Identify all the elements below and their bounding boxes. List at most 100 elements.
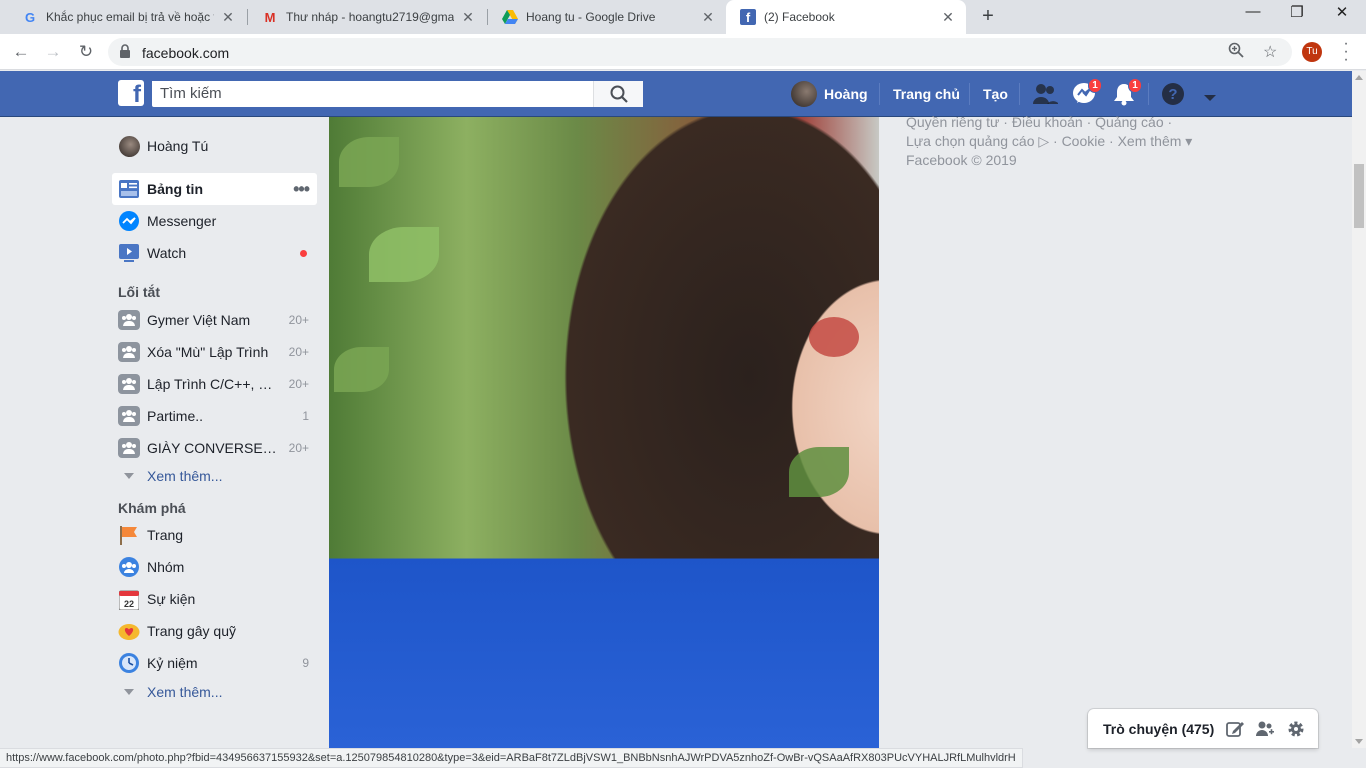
- sidebar-item-shortcut[interactable]: Lập Trình C/C++, Java 20+: [112, 368, 317, 400]
- url-text: facebook.com: [142, 45, 230, 61]
- user-name: Hoàng: [824, 86, 868, 102]
- account-menu-icon[interactable]: [1203, 90, 1217, 101]
- divider: [1148, 83, 1149, 105]
- footer-line[interactable]: Lựa chọn quảng cáo ▷ · Cookie · Xem thêm…: [906, 132, 1206, 151]
- footer-line[interactable]: Quyền riêng tư · Điều khoản · Quảng cáo …: [906, 113, 1206, 132]
- see-more-explore-link[interactable]: Xem thêm...: [112, 676, 317, 708]
- sidebar-item-events[interactable]: 22 Sự kiện: [112, 583, 317, 615]
- facebook-logo-icon[interactable]: f: [118, 80, 144, 106]
- scrollbar-thumb[interactable]: [1354, 164, 1364, 228]
- new-group-icon[interactable]: [1255, 719, 1275, 739]
- groups-icon: [118, 556, 140, 578]
- sidebar-item-watch[interactable]: Watch: [112, 237, 317, 269]
- drive-icon: [502, 9, 518, 25]
- new-content-dot: [300, 249, 307, 257]
- restore-icon[interactable]: ❐: [1285, 3, 1309, 21]
- browser-tab[interactable]: M Thư nháp - hoangtu2719@gmail ✕: [248, 0, 486, 34]
- chat-bar[interactable]: Trò chuyện (475): [1088, 709, 1318, 748]
- lock-icon: [120, 44, 130, 58]
- close-tab-icon[interactable]: ✕: [460, 9, 476, 26]
- memories-icon: [118, 652, 140, 674]
- group-icon: [118, 373, 140, 395]
- sidebar-item-pages[interactable]: Trang: [112, 519, 317, 551]
- sidebar-item-label: GIÀY CONVERSE 2HAND: [147, 440, 279, 456]
- window-close-icon[interactable]: ✕: [1330, 3, 1354, 21]
- browser-tab[interactable]: Hoang tu - Google Drive ✕: [488, 0, 726, 34]
- sidebar-item-label: Watch: [147, 245, 187, 261]
- home-link[interactable]: Trang chủ: [893, 71, 960, 117]
- browser-tab-active[interactable]: f (2) Facebook ✕: [726, 0, 966, 34]
- compose-icon[interactable]: [1225, 719, 1245, 739]
- profile-link[interactable]: Hoàng: [791, 71, 868, 117]
- sidebar-item-label: Sự kiện: [147, 591, 196, 607]
- browser-menu-icon[interactable]: · · ·: [1338, 36, 1354, 68]
- new-tab-icon[interactable]: +: [977, 5, 999, 28]
- watch-icon: [118, 242, 140, 264]
- profile-avatar[interactable]: Tu: [1302, 42, 1322, 62]
- see-more-label: Xem thêm...: [147, 468, 223, 484]
- browser-toolbar: ← → ↻ facebook.com ☆ Tu · · ·: [0, 34, 1366, 70]
- explore-heading: Khám phá: [118, 500, 186, 516]
- footer-links: Quyền riêng tư · Điều khoản · Quảng cáo …: [906, 113, 1206, 170]
- sidebar-item-label: Gymer Việt Nam: [147, 312, 251, 328]
- forward-icon[interactable]: →: [41, 40, 65, 64]
- reload-icon[interactable]: ↻: [74, 40, 98, 64]
- shortcuts-heading: Lối tắt: [118, 284, 160, 300]
- gear-icon[interactable]: [1286, 719, 1306, 739]
- search-button[interactable]: [593, 81, 643, 107]
- divider: [1019, 83, 1020, 105]
- minimize-icon[interactable]: —: [1241, 3, 1265, 20]
- sidebar-item-news-feed[interactable]: Bảng tin •••: [112, 173, 317, 205]
- sidebar-item-label: Nhóm: [147, 559, 185, 575]
- close-tab-icon[interactable]: ✕: [220, 9, 236, 26]
- svg-text:?: ?: [1168, 86, 1177, 103]
- zoom-icon[interactable]: [1228, 42, 1244, 63]
- facebook-header: f Hoàng Trang chủ Tạo 1 1 ?: [0, 71, 1352, 117]
- search-icon: [610, 85, 628, 103]
- bookmark-star-icon[interactable]: ☆: [1263, 42, 1277, 62]
- calendar-icon: 22: [118, 588, 140, 610]
- sidebar-item-memories[interactable]: Kỷ niệm 9: [112, 647, 317, 679]
- sidebar-item-messenger[interactable]: Messenger: [112, 205, 317, 237]
- sidebar-profile[interactable]: Hoàng Tú: [112, 130, 317, 162]
- help-icon[interactable]: ?: [1160, 82, 1186, 106]
- sidebar-item-shortcut[interactable]: Xóa "Mù" Lập Trình 20+: [112, 336, 317, 368]
- browser-tab-bar: G Khắc phục email bị trả về hoặc từ ✕ M …: [0, 0, 1366, 34]
- more-options-icon[interactable]: •••: [293, 180, 310, 198]
- browser-tab[interactable]: G Khắc phục email bị trả về hoặc từ ✕: [8, 0, 246, 34]
- close-tab-icon[interactable]: ✕: [940, 9, 956, 26]
- address-bar[interactable]: facebook.com ☆: [108, 38, 1292, 66]
- sidebar-item-fundraisers[interactable]: Trang gây quỹ: [112, 615, 317, 647]
- gmail-icon: M: [264, 9, 276, 25]
- scroll-up-icon[interactable]: [1355, 75, 1363, 80]
- back-icon[interactable]: ←: [9, 40, 33, 64]
- sidebar-item-shortcut[interactable]: Gymer Việt Nam 20+: [112, 304, 317, 336]
- messenger-icon: [118, 210, 140, 232]
- page-scrollbar[interactable]: [1352, 71, 1366, 748]
- fundraiser-icon: [118, 620, 140, 642]
- search-input[interactable]: [152, 81, 592, 105]
- see-more-label: Xem thêm...: [147, 684, 223, 700]
- sidebar-item-label: Hoàng Tú: [147, 138, 209, 154]
- flag-icon: [118, 524, 140, 546]
- decorative-leaf: [339, 137, 399, 187]
- create-link[interactable]: Tạo: [983, 71, 1008, 117]
- post-photo[interactable]: [329, 117, 879, 748]
- see-more-shortcuts-link[interactable]: Xem thêm...: [112, 460, 317, 492]
- sidebar-item-label: Bảng tin: [147, 181, 203, 197]
- tab-title: Hoang tu - Google Drive: [526, 10, 656, 24]
- scroll-down-icon[interactable]: [1355, 739, 1363, 744]
- news-feed-icon: [118, 178, 140, 200]
- tab-title: (2) Facebook: [764, 10, 835, 24]
- sidebar-item-groups[interactable]: Nhóm: [112, 551, 317, 583]
- count-badge: 20+: [288, 345, 309, 359]
- friend-requests-icon[interactable]: [1032, 82, 1058, 106]
- notifications-icon[interactable]: 1: [1112, 78, 1142, 106]
- divider: [969, 83, 970, 105]
- sidebar-item-shortcut[interactable]: Partime.. 1: [112, 400, 317, 432]
- messenger-icon[interactable]: 1: [1072, 78, 1102, 106]
- group-icon: [118, 341, 140, 363]
- close-tab-icon[interactable]: ✕: [700, 9, 716, 26]
- tab-title: Khắc phục email bị trả về hoặc từ: [46, 10, 214, 24]
- notifications-badge: 1: [1128, 78, 1142, 93]
